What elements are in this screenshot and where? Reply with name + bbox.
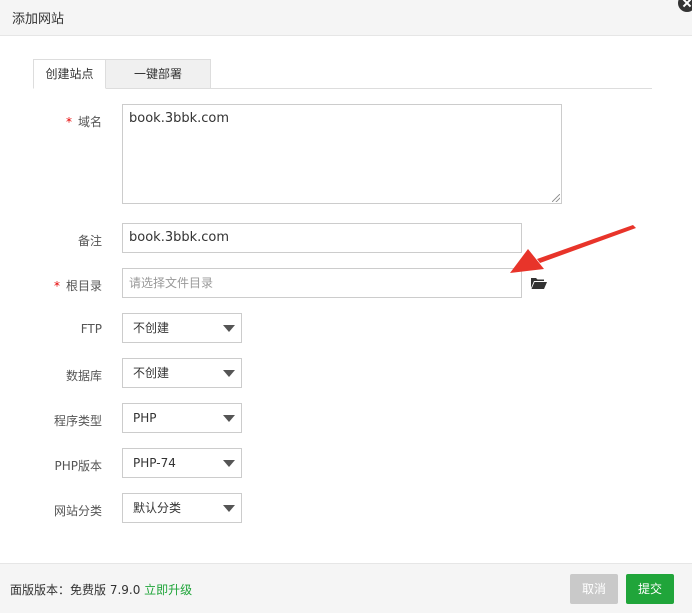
database-value: 不创建 [133,366,170,380]
domain-textarea[interactable]: book.3bbk.com [122,104,562,204]
close-icon[interactable] [678,0,692,12]
note-label: 备注 [77,234,102,248]
category-label: 网站分类 [53,504,102,518]
tab-one-click-deploy[interactable]: 一键部署 [106,59,211,89]
ftp-value: 不创建 [133,321,170,335]
dialog-footer: 面版版本：免费版 7.9.0 立即升级 取消 提交 [0,563,692,613]
chevron-down-icon [223,370,235,377]
root-label: * 根目录 [54,277,102,294]
ftp-select[interactable]: 不创建 [122,313,242,343]
upgrade-link[interactable]: 立即升级 [144,583,192,597]
category-select[interactable]: 默认分类 [122,493,242,523]
chevron-down-icon [223,415,235,422]
tab-create-site[interactable]: 创建站点 [33,59,106,89]
note-input[interactable]: book.3bbk.com [122,223,522,253]
dialog-title: 添加网站 [12,12,65,27]
version-info: 面版版本：免费版 7.9.0 立即升级 [10,581,192,598]
ftp-label: FTP [80,322,102,336]
dialog-titlebar: 添加网站 [0,0,692,36]
domain-label: * 域名 [66,113,102,130]
note-value: book.3bbk.com [129,230,230,245]
annotation-arrow-icon [510,225,636,273]
domain-label-text: 域名 [77,115,102,129]
php-version-label: PHP版本 [54,459,103,473]
php-version-select[interactable]: PHP-74 [122,448,242,478]
database-label: 数据库 [65,369,102,383]
root-label-text: 根目录 [65,279,102,293]
root-dir-input[interactable]: 请选择文件目录 [122,268,522,298]
domain-value: book.3bbk.com [129,111,230,126]
resize-grip-icon[interactable] [552,194,560,202]
cancel-button[interactable]: 取消 [570,574,618,604]
chevron-down-icon [223,505,235,512]
program-type-select[interactable]: PHP [122,403,242,433]
submit-button[interactable]: 提交 [626,574,674,604]
required-marker: * [53,279,60,293]
chevron-down-icon [223,325,235,332]
php-version-value: PHP-74 [133,456,176,470]
program-type-label: 程序类型 [53,414,102,428]
version-text: 面版版本：免费版 7.9.0 [10,583,145,597]
chevron-down-icon [223,460,235,467]
database-select[interactable]: 不创建 [122,358,242,388]
tab-bar: 创建站点 一键部署 [33,59,652,89]
category-value: 默认分类 [133,501,182,515]
root-dir-placeholder: 请选择文件目录 [129,276,214,290]
add-website-dialog: 添加网站 创建站点 一键部署 * 域名 book.3bbk.com 备注 book… [0,0,692,613]
program-type-value: PHP [133,411,157,425]
required-marker: * [65,115,72,129]
